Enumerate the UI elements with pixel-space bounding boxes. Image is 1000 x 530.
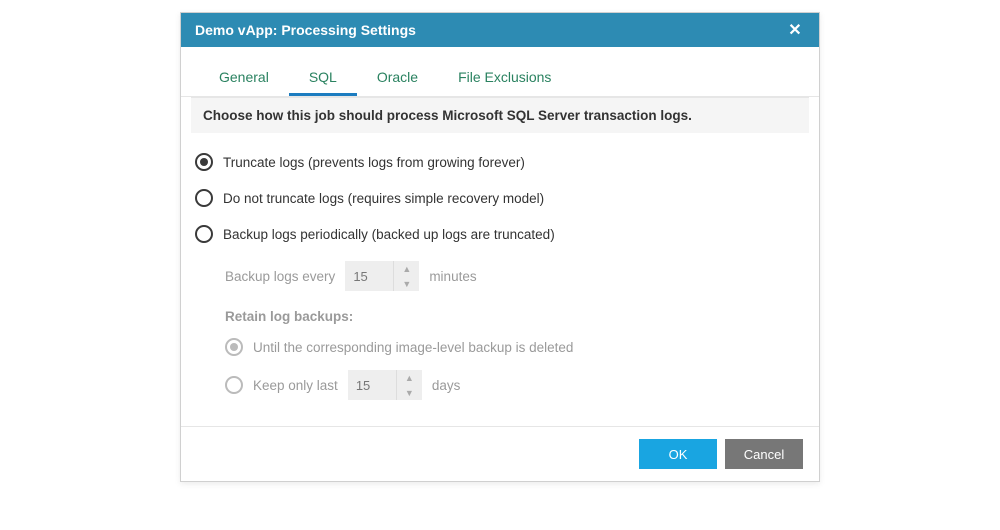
backup-every-input[interactable] bbox=[345, 261, 393, 291]
cancel-button[interactable]: Cancel bbox=[725, 439, 803, 469]
dialog-titlebar: Demo vApp: Processing Settings ✕ bbox=[181, 13, 819, 47]
spinner-controls-2: ▲ ▼ bbox=[396, 370, 422, 400]
tab-general[interactable]: General bbox=[199, 61, 289, 96]
retain-until-deleted-label: Until the corresponding image-level back… bbox=[253, 340, 573, 355]
dialog-footer: OK Cancel bbox=[181, 426, 819, 481]
keep-only-last-spinner: ▲ ▼ bbox=[348, 370, 422, 400]
radio-until-deleted[interactable] bbox=[225, 338, 243, 356]
ok-button[interactable]: OK bbox=[639, 439, 717, 469]
retain-keep-only-last-label: Keep only last bbox=[253, 378, 338, 393]
tab-sql[interactable]: SQL bbox=[289, 61, 357, 96]
backup-every-unit: minutes bbox=[429, 269, 476, 284]
retain-until-deleted-row: Until the corresponding image-level back… bbox=[225, 338, 805, 356]
retain-heading: Retain log backups: bbox=[225, 309, 805, 324]
backup-every-label: Backup logs every bbox=[225, 269, 335, 284]
chevron-down-icon[interactable]: ▼ bbox=[397, 385, 422, 400]
chevron-up-icon[interactable]: ▲ bbox=[394, 261, 419, 276]
keep-only-last-input[interactable] bbox=[348, 370, 396, 400]
spinner-controls: ▲ ▼ bbox=[393, 261, 419, 291]
options-panel: Truncate logs (prevents logs from growin… bbox=[181, 133, 819, 426]
chevron-up-icon[interactable]: ▲ bbox=[397, 370, 422, 385]
retain-keep-only-last-row: Keep only last ▲ ▼ days bbox=[225, 370, 805, 400]
radio-truncate[interactable] bbox=[195, 153, 213, 171]
tab-file-exclusions[interactable]: File Exclusions bbox=[438, 61, 571, 96]
processing-settings-dialog: Demo vApp: Processing Settings ✕ General… bbox=[180, 12, 820, 482]
option-do-not-truncate-label: Do not truncate logs (requires simple re… bbox=[223, 191, 544, 206]
dialog-title: Demo vApp: Processing Settings bbox=[195, 22, 785, 38]
backup-every-spinner: ▲ ▼ bbox=[345, 261, 419, 291]
option-truncate-label: Truncate logs (prevents logs from growin… bbox=[223, 155, 525, 170]
radio-do-not-truncate[interactable] bbox=[195, 189, 213, 207]
option-truncate-row: Truncate logs (prevents logs from growin… bbox=[195, 153, 805, 171]
close-icon[interactable]: ✕ bbox=[785, 20, 805, 40]
option-do-not-truncate-row: Do not truncate logs (requires simple re… bbox=[195, 189, 805, 207]
option-backup-periodically-row: Backup logs periodically (backed up logs… bbox=[195, 225, 805, 243]
radio-keep-only-last[interactable] bbox=[225, 376, 243, 394]
tab-oracle[interactable]: Oracle bbox=[357, 61, 438, 96]
chevron-down-icon[interactable]: ▼ bbox=[394, 276, 419, 291]
keep-only-last-unit: days bbox=[432, 378, 461, 393]
radio-backup-periodically[interactable] bbox=[195, 225, 213, 243]
backup-every-row: Backup logs every ▲ ▼ minutes bbox=[225, 261, 805, 291]
tabs-bar: General SQL Oracle File Exclusions bbox=[181, 47, 819, 97]
instruction-text: Choose how this job should process Micro… bbox=[191, 97, 809, 133]
option-backup-periodically-label: Backup logs periodically (backed up logs… bbox=[223, 227, 555, 242]
backup-subsection: Backup logs every ▲ ▼ minutes Retain log… bbox=[225, 261, 805, 400]
retain-options: Until the corresponding image-level back… bbox=[225, 338, 805, 400]
